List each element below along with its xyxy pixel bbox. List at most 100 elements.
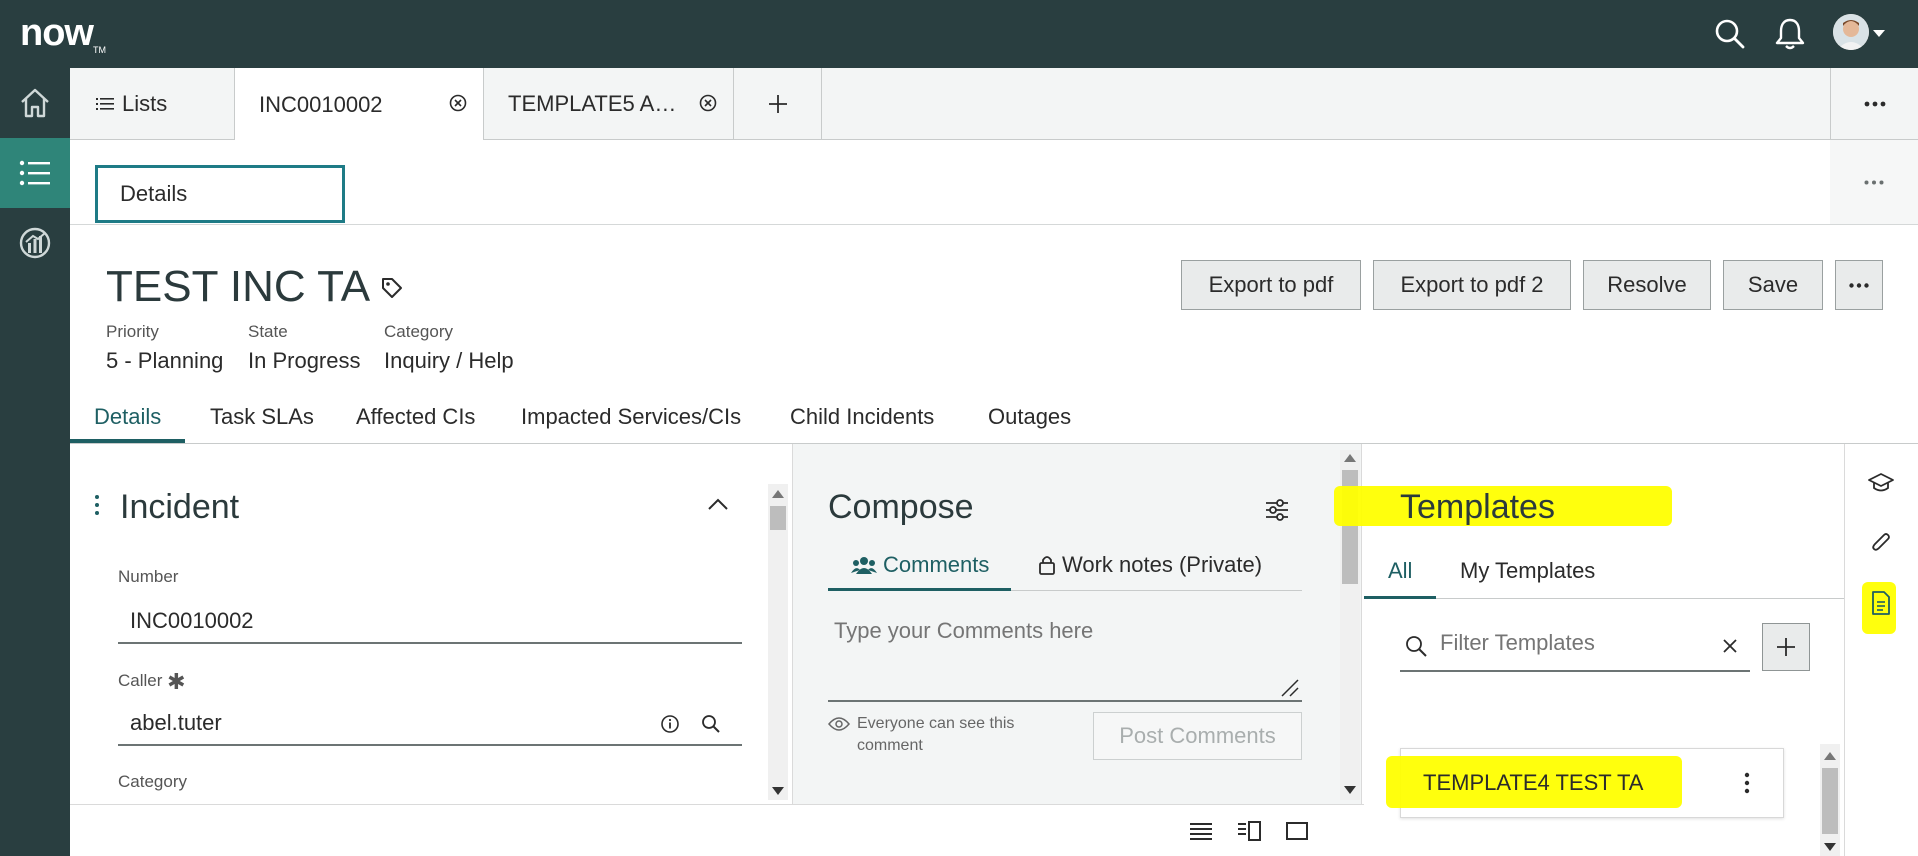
tab-label: TEMPLATE5 ABEL TUTER (508, 91, 686, 116)
clear-icon[interactable] (1722, 638, 1738, 654)
subbar-more-button[interactable] (1830, 140, 1918, 224)
export-pdf-2-button[interactable]: Export to pdf 2 (1373, 260, 1571, 310)
left-nav (0, 68, 70, 856)
tab-details[interactable]: Details (94, 404, 161, 442)
search-icon[interactable] (701, 714, 721, 734)
caller-label-text: Caller (118, 671, 163, 690)
save-button[interactable]: Save (1723, 260, 1823, 310)
chevron-down-icon[interactable] (1873, 30, 1885, 37)
dashboard-icon (19, 227, 51, 259)
record-more-button[interactable] (1835, 260, 1883, 310)
more-vertical-icon[interactable] (94, 494, 100, 516)
list-view-icon[interactable] (1188, 820, 1214, 842)
tab-label: Lists (122, 91, 168, 116)
split-view-icon[interactable] (1236, 820, 1262, 842)
right-rail (1844, 444, 1918, 856)
state-label: State (248, 322, 288, 341)
plus-icon (768, 95, 787, 113)
single-view-icon[interactable] (1284, 820, 1310, 842)
tab-work-notes-label: Work notes (Private) (1062, 552, 1263, 577)
tab-impacted-services[interactable]: Impacted Services/CIs (521, 404, 741, 442)
servicenow-logo[interactable]: nowTM (20, 12, 106, 55)
caller-field[interactable]: abel.tuter (118, 702, 742, 746)
tab-my-templates[interactable]: My Templates (1460, 558, 1595, 584)
search-icon (1406, 636, 1427, 657)
learning-cap-icon[interactable] (1866, 468, 1896, 498)
filter-templates-input[interactable] (1440, 630, 1700, 656)
close-circle-icon[interactable] (699, 94, 717, 112)
new-tab-button[interactable] (734, 68, 822, 140)
incident-scrollbar-thumb[interactable] (770, 506, 786, 530)
tab-template5[interactable]: TEMPLATE5 ABEL TUTER (484, 68, 734, 140)
tab-outages[interactable]: Outages (988, 404, 1071, 442)
workspace-tab-strip: Lists INC0010002 TEMPLATE5 ABEL TUTER (70, 68, 1918, 141)
tab-comments[interactable]: Comments (851, 552, 989, 578)
nav-lists[interactable] (0, 138, 70, 208)
users-icon (851, 557, 877, 574)
tab-task-slas[interactable]: Task SLAs (210, 404, 314, 442)
export-pdf-button[interactable]: Export to pdf (1181, 260, 1361, 310)
tag-icon[interactable] (380, 276, 404, 300)
more-vertical-icon[interactable] (1744, 772, 1750, 794)
number-field[interactable]: INC0010002 (118, 600, 742, 644)
nav-dashboards[interactable] (0, 208, 70, 278)
template-card-label: TEMPLATE4 TEST TA (1423, 770, 1644, 795)
tab-lists[interactable]: Lists (70, 68, 235, 140)
incident-scrollbar[interactable] (768, 484, 788, 800)
info-icon[interactable] (660, 714, 680, 734)
details-subtab-label: Details (120, 181, 188, 206)
scroll-down-arrow[interactable] (772, 787, 784, 795)
state-value: In Progress (248, 348, 361, 373)
resize-handle-icon[interactable] (1280, 678, 1300, 698)
add-template-button[interactable] (1762, 623, 1810, 671)
bottom-toolbar (70, 804, 1364, 856)
tab-comments-label: Comments (883, 552, 990, 577)
sub-tab-bar: Details (70, 140, 1918, 225)
active-tab-indicator (70, 439, 185, 443)
caller-label: Caller ✱ (118, 669, 186, 695)
chevron-up-icon[interactable] (706, 496, 730, 512)
incident-section-title: Incident (120, 488, 240, 526)
scroll-up-arrow[interactable] (772, 490, 784, 498)
templates-title: Templates (1400, 488, 1555, 526)
close-circle-icon[interactable] (449, 94, 467, 112)
post-comments-button[interactable]: Post Comments (1093, 712, 1302, 760)
caller-value: abel.tuter (130, 710, 222, 735)
attachment-icon[interactable] (1866, 528, 1896, 558)
incident-category-label: Category (118, 772, 187, 791)
priority-value: 5 - Planning (106, 348, 224, 373)
record-title: TEST INC TA (106, 262, 371, 311)
list-icon (96, 98, 114, 110)
scroll-down-arrow[interactable] (1824, 843, 1836, 851)
template-document-icon[interactable] (1866, 588, 1896, 618)
search-icon[interactable] (1710, 14, 1750, 54)
tab-affected-cis[interactable]: Affected CIs (356, 404, 475, 442)
tab-all-templates[interactable]: All (1388, 558, 1412, 584)
plus-icon (1777, 638, 1795, 656)
settings-sliders-icon[interactable] (1264, 498, 1290, 522)
comments-textarea[interactable] (828, 610, 1302, 702)
filter-templates-field (1400, 624, 1750, 672)
tab-inc0010002[interactable]: INC0010002 (235, 68, 484, 141)
compose-active-tab-indicator (828, 588, 1011, 591)
scroll-up-arrow[interactable] (1344, 454, 1356, 462)
visibility-hint: Everyone can see this comment (857, 715, 1015, 754)
tab-child-incidents[interactable]: Child Incidents (790, 404, 934, 442)
category-label: Category (384, 322, 453, 341)
details-subtab[interactable]: Details (95, 165, 345, 223)
scroll-down-arrow[interactable] (1344, 786, 1356, 794)
resolve-button[interactable]: Resolve (1583, 260, 1711, 310)
compose-title: Compose (828, 488, 974, 526)
list-icon (19, 160, 50, 186)
nav-home[interactable] (0, 68, 70, 138)
templates-tabs-divider (1364, 598, 1844, 599)
templates-scrollbar-thumb[interactable] (1822, 768, 1838, 834)
top-header: nowTM (0, 0, 1918, 68)
more-horizontal-icon (1864, 101, 1885, 107)
avatar[interactable] (1833, 14, 1869, 50)
tabs-overflow-button[interactable] (1830, 68, 1918, 140)
bell-icon[interactable] (1770, 14, 1810, 54)
lock-icon (1039, 556, 1055, 575)
scroll-up-arrow[interactable] (1824, 752, 1836, 760)
tab-work-notes[interactable]: Work notes (Private) (1038, 552, 1262, 578)
